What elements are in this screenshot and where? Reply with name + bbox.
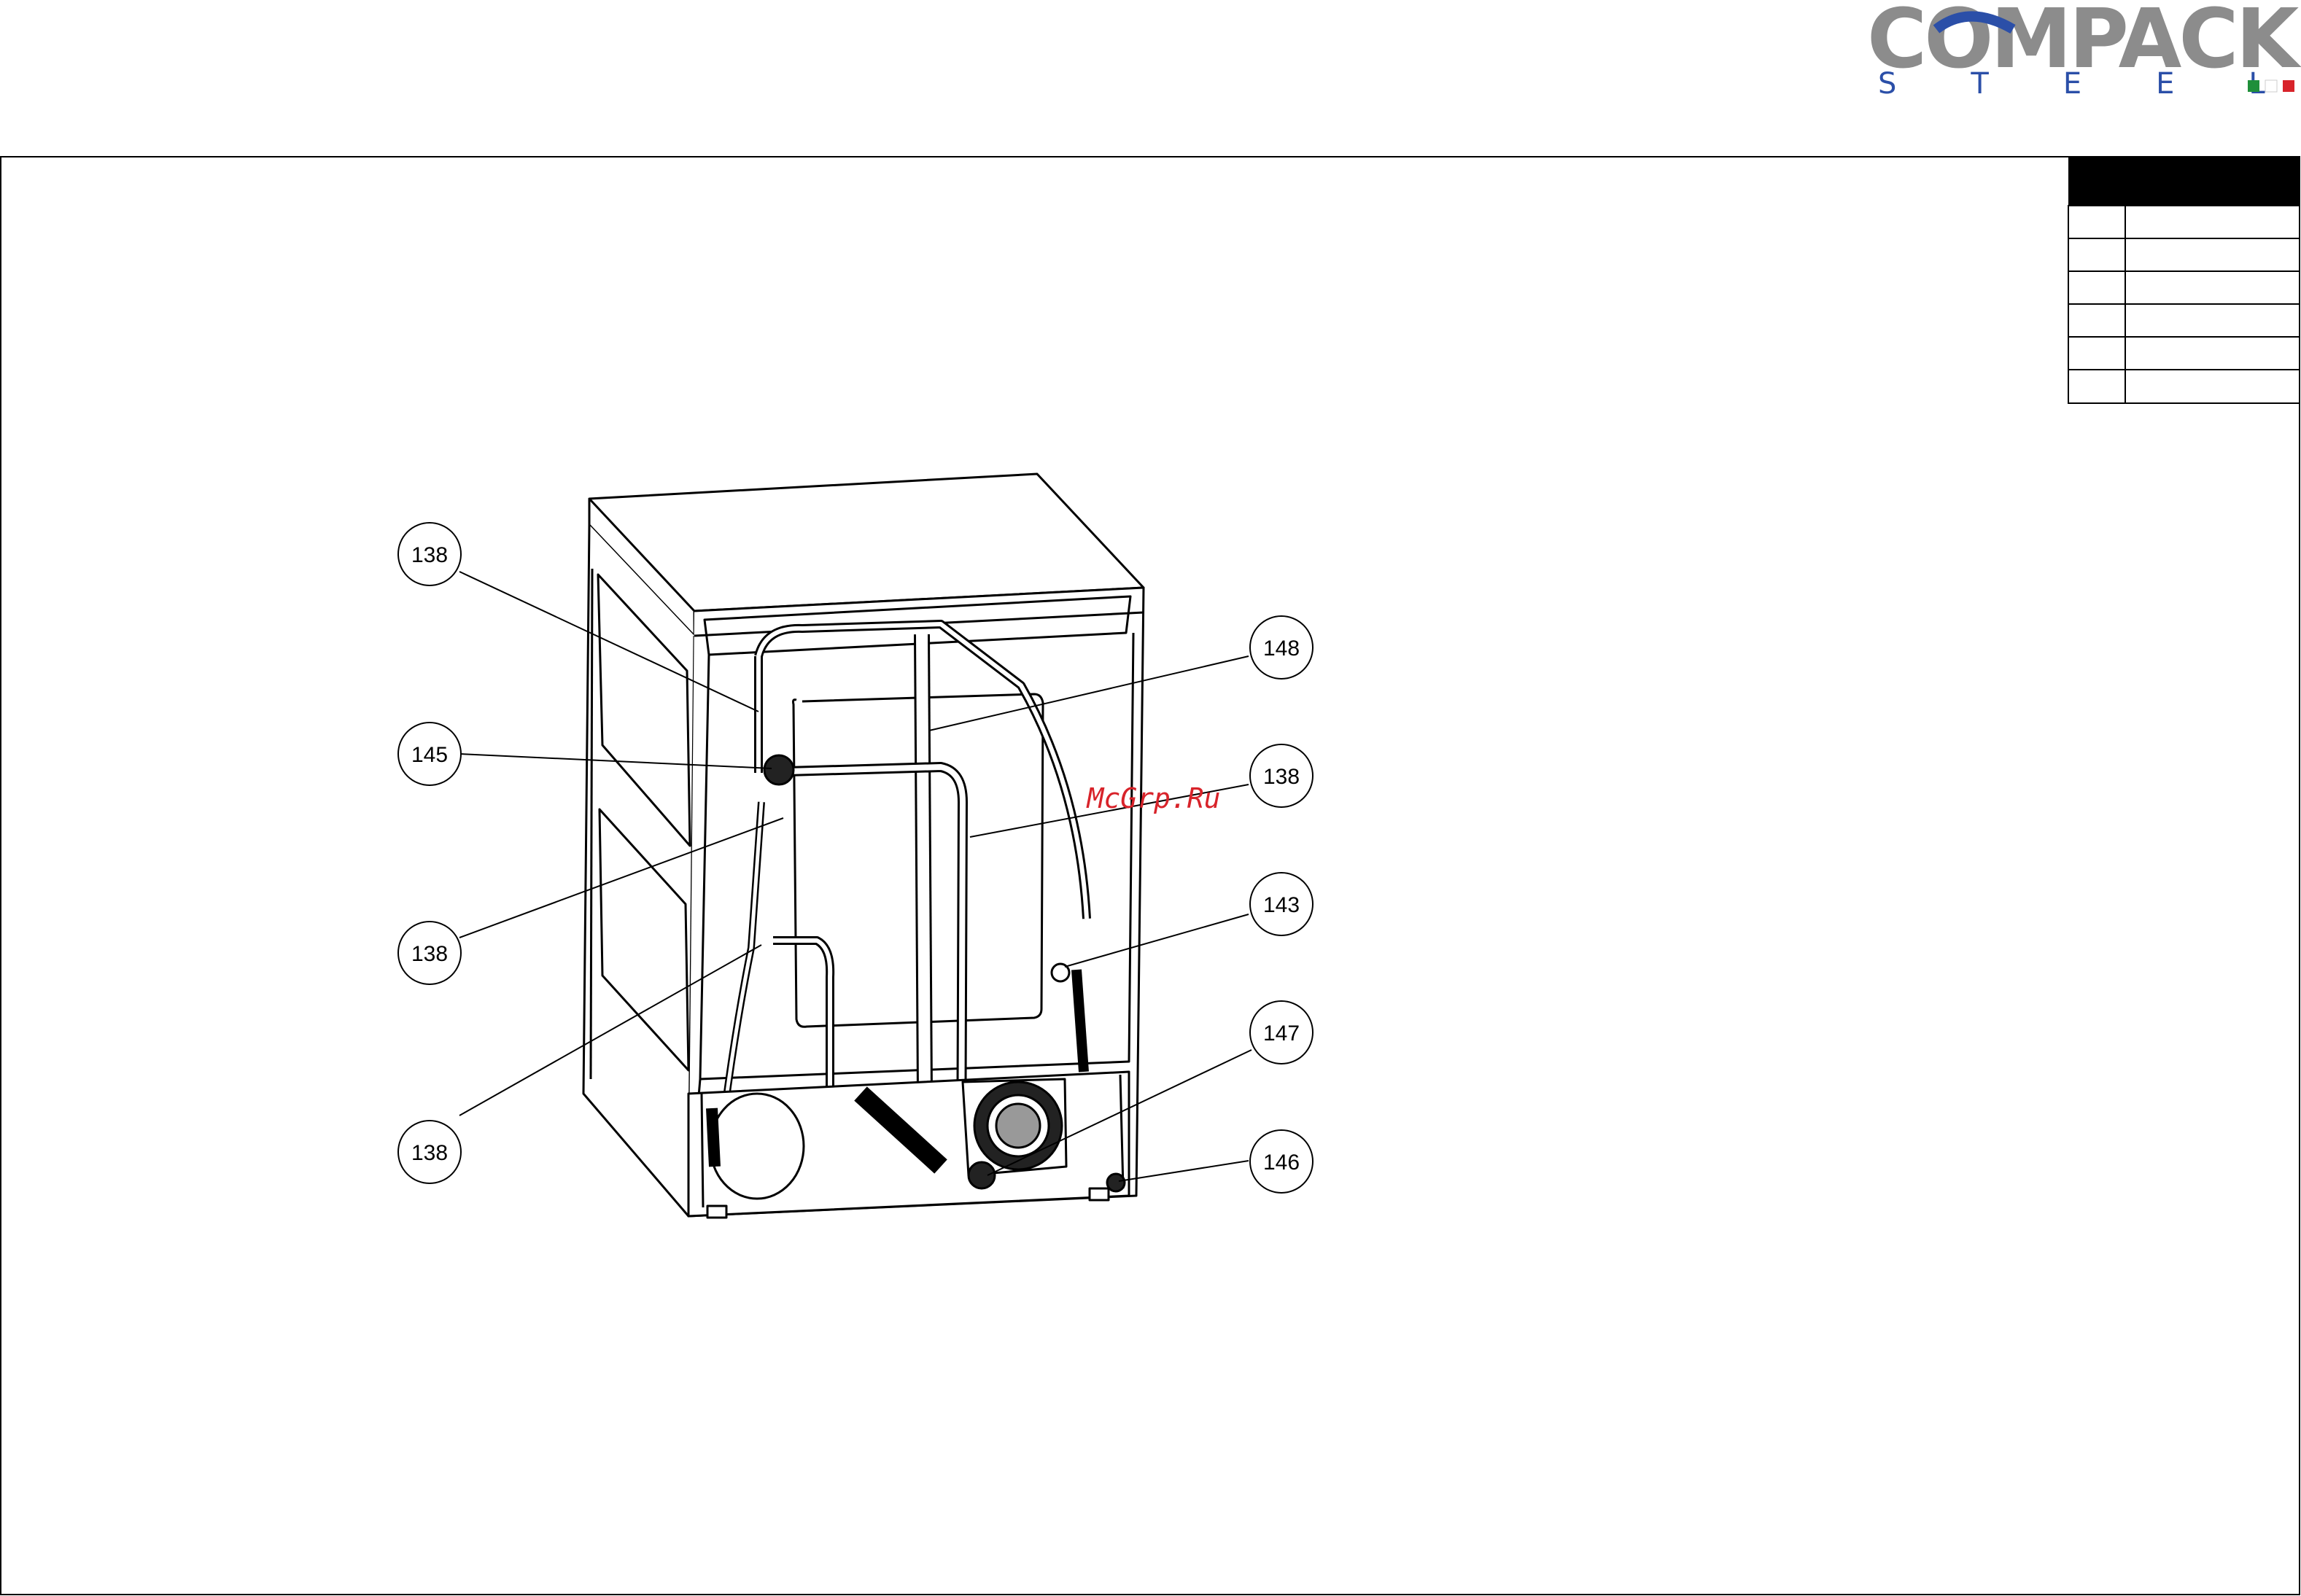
logo-sub: STEEL bbox=[1878, 67, 2301, 101]
flag-red-icon bbox=[2283, 80, 2294, 92]
watermark: McGrp.Ru bbox=[1085, 782, 1220, 814]
callout-148: 148 bbox=[1249, 615, 1314, 680]
callout-label: 145 bbox=[411, 743, 448, 767]
callout-label: 148 bbox=[1263, 637, 1300, 661]
callout-146: 146 bbox=[1249, 1129, 1314, 1194]
callout-143: 143 bbox=[1249, 872, 1314, 936]
callout-label: 146 bbox=[1263, 1151, 1300, 1175]
callout-138-b: 138 bbox=[397, 921, 462, 985]
callout-label: 147 bbox=[1263, 1021, 1300, 1046]
callout-label: 143 bbox=[1263, 893, 1300, 917]
parts-table bbox=[2068, 157, 2300, 404]
parts-table-header bbox=[2068, 157, 2300, 205]
flag-white-icon bbox=[2265, 79, 2278, 93]
callout-label: 138 bbox=[411, 1141, 448, 1165]
callout-147: 147 bbox=[1249, 1000, 1314, 1064]
flag-green-icon bbox=[2248, 80, 2259, 92]
callout-138-a: 138 bbox=[397, 522, 462, 586]
drawing-sheet: COMPACK STEEL 138 145 138 138 148 138 14… bbox=[0, 0, 2301, 1595]
compack-steel-logo: COMPACK STEEL bbox=[1867, 0, 2301, 101]
callout-145: 145 bbox=[397, 722, 462, 786]
callout-138-d: 138 bbox=[1249, 744, 1314, 808]
callout-label: 138 bbox=[411, 543, 448, 567]
callout-138-c: 138 bbox=[397, 1120, 462, 1184]
callout-label: 138 bbox=[411, 942, 448, 966]
machine-rear-view bbox=[582, 472, 1145, 1219]
callout-label: 138 bbox=[1263, 765, 1300, 789]
sheet-border bbox=[0, 156, 2300, 1595]
